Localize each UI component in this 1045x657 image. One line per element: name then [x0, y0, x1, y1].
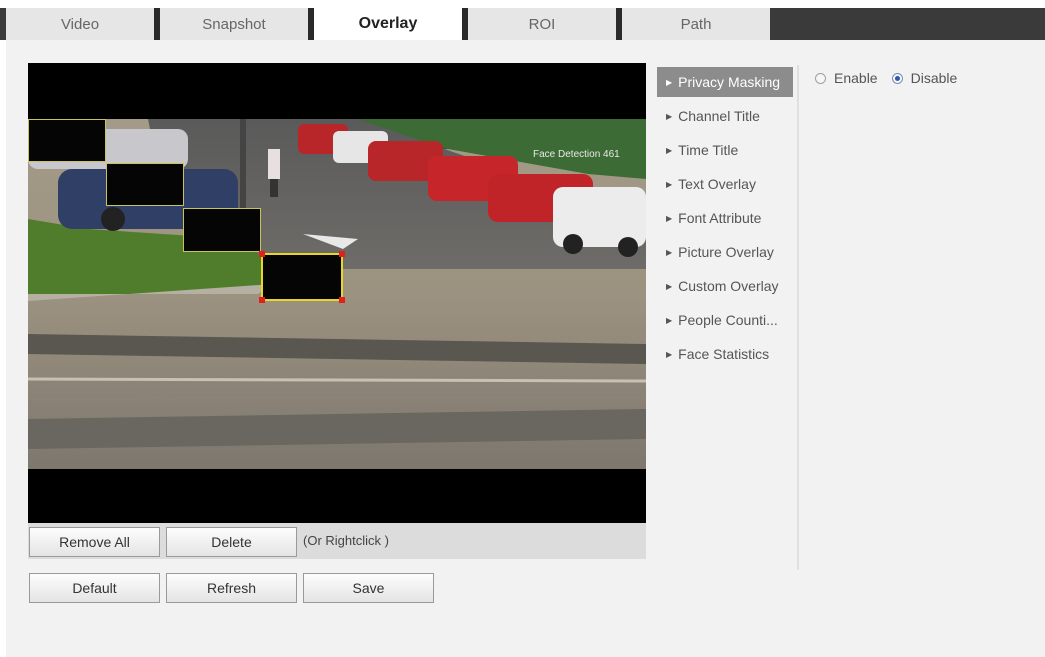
menu-item-channel-title[interactable]: ▶ Channel Title: [657, 101, 793, 131]
triangle-right-icon: ▶: [666, 213, 673, 223]
menu-item-label: Privacy Masking: [678, 74, 781, 90]
overlay-menu: ▶ Privacy Masking ▶ Channel Title ▶ Time…: [657, 65, 799, 570]
tab-bar: Video Snapshot Overlay ROI Path: [0, 8, 1045, 40]
privacy-mask-1[interactable]: [28, 119, 106, 162]
triangle-right-icon: ▶: [666, 111, 673, 121]
resize-handle-top-left[interactable]: [259, 251, 265, 257]
resize-handle-bottom-right[interactable]: [339, 297, 345, 303]
tab-overlay[interactable]: Overlay: [314, 8, 468, 40]
rightclick-hint: (Or Rightclick ): [303, 533, 389, 548]
menu-item-label: Font Attribute: [678, 210, 762, 226]
disable-label: Disable: [910, 70, 958, 86]
delete-button[interactable]: Delete: [166, 527, 297, 557]
menu-item-custom-overlay[interactable]: ▶ Custom Overlay: [657, 271, 793, 301]
camera-scene: Face Detection 461: [28, 119, 646, 469]
menu-item-picture-overlay[interactable]: ▶ Picture Overlay: [657, 237, 793, 267]
triangle-right-icon: ▶: [666, 315, 673, 325]
menu-item-label: Custom Overlay: [678, 278, 779, 294]
triangle-right-icon: ▶: [666, 247, 673, 257]
disable-radio[interactable]: [891, 72, 903, 84]
menu-item-face-statistics[interactable]: ▶ Face Statistics: [657, 339, 793, 369]
menu-item-label: Text Overlay: [678, 176, 756, 192]
enable-label: Enable: [834, 70, 878, 86]
triangle-right-icon: ▶: [666, 349, 673, 359]
tab-snapshot[interactable]: Snapshot: [160, 8, 314, 40]
triangle-right-icon: ▶: [666, 77, 673, 87]
default-button[interactable]: Default: [29, 573, 160, 603]
privacy-mask-selected[interactable]: [259, 251, 345, 303]
menu-item-label: Time Title: [678, 142, 739, 158]
menu-item-label: Channel Title: [678, 108, 760, 124]
triangle-right-icon: ▶: [666, 281, 673, 291]
menu-item-font-attribute[interactable]: ▶ Font Attribute: [657, 203, 793, 233]
menu-item-time-title[interactable]: ▶ Time Title: [657, 135, 793, 165]
video-preview[interactable]: Face Detection 461: [28, 63, 646, 523]
menu-item-text-overlay[interactable]: ▶ Text Overlay: [657, 169, 793, 199]
enable-radio[interactable]: [815, 72, 826, 84]
tab-roi[interactable]: ROI: [468, 8, 622, 40]
tab-video[interactable]: Video: [6, 8, 160, 40]
privacy-masking-toggle: Enable Disable: [815, 70, 957, 86]
menu-item-label: Picture Overlay: [678, 244, 774, 260]
menu-item-label: People Counti...: [678, 312, 778, 328]
resize-handle-top-right[interactable]: [339, 251, 345, 257]
menu-item-people-counting[interactable]: ▶ People Counti...: [657, 305, 793, 335]
tab-path[interactable]: Path: [622, 8, 770, 40]
menu-item-privacy-masking[interactable]: ▶ Privacy Masking: [657, 67, 793, 97]
face-detection-overlay-text: Face Detection 461: [533, 149, 620, 160]
privacy-mask-2[interactable]: [106, 163, 184, 206]
triangle-right-icon: ▶: [666, 145, 673, 155]
remove-all-button[interactable]: Remove All: [29, 527, 160, 557]
save-button[interactable]: Save: [303, 573, 434, 603]
triangle-right-icon: ▶: [666, 179, 673, 189]
privacy-mask-3[interactable]: [183, 208, 261, 252]
refresh-button[interactable]: Refresh: [166, 573, 297, 603]
resize-handle-bottom-left[interactable]: [259, 297, 265, 303]
menu-item-label: Face Statistics: [678, 346, 770, 362]
